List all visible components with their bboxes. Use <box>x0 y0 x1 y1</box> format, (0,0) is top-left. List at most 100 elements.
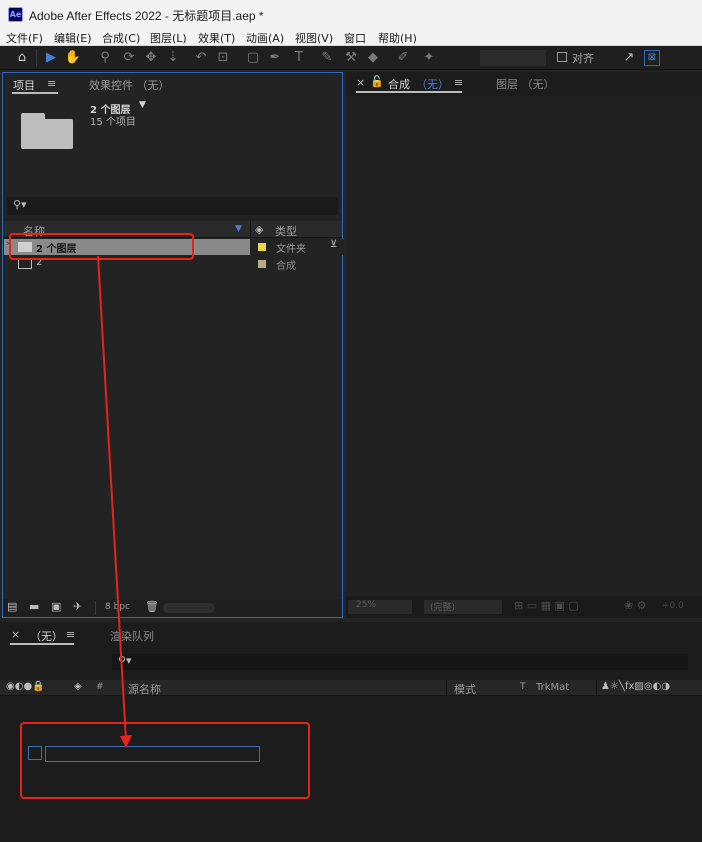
roto-icon[interactable]: ✐ <box>394 49 412 67</box>
tab-composition-underline <box>356 91 462 93</box>
search-icon: ⚲▾ <box>118 654 132 667</box>
menu-window[interactable]: 窗口 <box>344 30 366 46</box>
stamp-icon[interactable]: ⚒ <box>342 49 360 67</box>
label-color-swatch[interactable] <box>258 260 266 268</box>
timeline-search-input[interactable]: ⚲▾ <box>112 654 688 670</box>
composition-footer: 25% (完整) ⊞ ▭ ▦ ▣ ▢ ❀ ⚙ +0.0 <box>346 598 702 616</box>
sort-down-icon[interactable]: ▼ <box>235 224 242 234</box>
project-row-type: 文件夹 <box>276 244 306 255</box>
toolbar-divider <box>36 49 37 67</box>
lock-icon[interactable]: 🔓 <box>370 75 384 88</box>
after-effects-logo-icon: Ae <box>8 7 23 22</box>
column-divider <box>250 221 251 238</box>
expand-icon[interactable]: ⊠ <box>644 50 660 66</box>
label-tag-icon[interactable]: ◈ <box>74 681 82 692</box>
tab-effect-controls[interactable]: 效果控件 （无） <box>89 77 170 93</box>
new-folder-icon[interactable]: ▬ <box>29 600 39 613</box>
project-search-input[interactable]: ⚲▾ <box>7 197 338 215</box>
menu-edit[interactable]: 编辑(E) <box>54 30 92 46</box>
menu-layer[interactable]: 图层(L) <box>150 30 187 46</box>
annotation-highlight-target <box>20 722 310 799</box>
label-color-swatch[interactable] <box>258 243 266 251</box>
toolbar: ⌂ ▶ ✋ ⚲ ⟳ ✥ ⇣ ↶ ⊡ ▢ ✒ T ✎ ⚒ ◆ ✐ ✦ 对齐 ↗ ⊠ <box>0 46 702 70</box>
panel-menu-icon[interactable]: ≡ <box>454 76 463 89</box>
project-panel: 项目 ≡ 效果控件 （无） 2 个图层 ▼ 15 个项目 ⚲▾ 名称 ▼ ◈ 类… <box>2 72 343 618</box>
pen-icon[interactable]: ✒ <box>266 49 284 67</box>
tab-timeline-underline <box>10 643 74 645</box>
column-layer-number[interactable]: # <box>96 682 104 692</box>
panel-menu-icon[interactable]: ≡ <box>66 628 75 641</box>
snapshot-icon[interactable]: ⊞ ▭ ▦ ▣ ▢ <box>514 599 579 612</box>
text-icon[interactable]: T <box>290 49 308 67</box>
column-divider <box>446 680 447 696</box>
annotation-highlight-source <box>9 233 194 260</box>
flowchart-icon[interactable]: ⊻ <box>330 239 337 250</box>
interpret-footage-icon[interactable]: ▤ <box>7 600 17 613</box>
window-title: Adobe After Effects 2022 - 无标题项目.aep * <box>29 9 264 23</box>
av-switches-icon[interactable]: ◉◐●🔒 <box>6 681 45 692</box>
close-icon[interactable]: × <box>356 76 365 89</box>
home-icon[interactable]: ⌂ <box>13 49 31 67</box>
brush-icon[interactable]: ✎ <box>318 49 336 67</box>
tab-render-queue[interactable]: 渲染队列 <box>110 628 154 644</box>
tab-project-underline <box>12 92 58 94</box>
column-source-name[interactable]: 源名称 <box>128 681 161 697</box>
menu-file[interactable]: 文件(F) <box>6 30 43 46</box>
footer-divider <box>95 601 96 615</box>
search-icon: ⚲▾ <box>13 198 27 211</box>
column-mode[interactable]: 模式 <box>454 681 476 697</box>
label-tag-icon[interactable]: ◈ <box>255 223 263 236</box>
camera-icon[interactable]: ⊡ <box>214 49 232 67</box>
rotate-icon[interactable]: ↶ <box>192 49 210 67</box>
thumbnail-size-slider[interactable] <box>163 603 215 613</box>
orbit-icon[interactable]: ⟳ <box>120 49 138 67</box>
column-preserve-transparency[interactable]: T <box>520 682 526 692</box>
composition-panel: × 🔓 合成 （无） ≡ 图层 （无） 25% (完整) ⊞ ▭ ▦ ▣ ▢ ❀… <box>346 72 702 618</box>
tab-composition[interactable]: 合成 <box>388 76 410 92</box>
close-icon[interactable]: × <box>11 628 20 641</box>
menu-effect[interactable]: 效果(T) <box>198 30 235 46</box>
column-trkmat[interactable]: TrkMat <box>536 682 569 693</box>
hand-icon[interactable]: ✋ <box>64 49 82 67</box>
menu-composition[interactable]: 合成(C) <box>102 30 140 46</box>
menu-view[interactable]: 视图(V) <box>295 30 333 46</box>
chevron-down-icon[interactable]: ▼ <box>139 100 146 110</box>
zoom-icon[interactable]: ⚲ <box>96 49 114 67</box>
render-icon[interactable]: ✈ <box>73 600 82 613</box>
title-bar: Ae Adobe After Effects 2022 - 无标题项目.aep … <box>0 0 702 28</box>
layer-switches-icon[interactable]: ♟☼╲fx▨◎◐◑ <box>601 681 670 692</box>
menu-animation[interactable]: 动画(A) <box>246 30 284 46</box>
composition-viewer[interactable] <box>346 96 702 596</box>
magnification-dropdown[interactable]: 25% <box>348 600 412 614</box>
pan-icon[interactable]: ✥ <box>142 49 160 67</box>
trash-icon[interactable]: 🗑 <box>145 600 159 613</box>
dolly-icon[interactable]: ⇣ <box>164 49 182 67</box>
menu-bar: 文件(F) 编辑(E) 合成(C) 图层(L) 效果(T) 动画(A) 视图(V… <box>0 28 702 46</box>
project-footer: ▤ ▬ ▣ ✈ 8 bpc 🗑 <box>3 599 342 617</box>
panel-menu-icon[interactable]: ≡ <box>47 77 56 90</box>
tab-timeline-comp[interactable]: （无） <box>30 628 63 644</box>
composition-icon <box>18 259 32 269</box>
snap-checkbox[interactable] <box>557 52 567 62</box>
tab-project[interactable]: 项目 <box>13 77 35 93</box>
exposure-value[interactable]: +0.0 <box>662 601 684 611</box>
menu-help[interactable]: 帮助(H) <box>378 30 417 46</box>
project-row-type: 合成 <box>276 261 296 272</box>
resolution-dropdown[interactable]: (完整) <box>424 600 502 614</box>
snap-label: 对齐 <box>572 52 594 65</box>
mask-icon[interactable]: ▢ <box>244 49 262 67</box>
puppet-icon[interactable]: ✦ <box>420 49 438 67</box>
tab-composition-value: （无） <box>416 78 449 91</box>
column-type[interactable]: 类型 <box>275 223 297 239</box>
eraser-icon[interactable]: ◆ <box>364 49 382 67</box>
selection-icon[interactable]: ▶ <box>42 49 60 67</box>
color-icon[interactable]: ❀ ⚙ <box>624 599 647 612</box>
tab-layer[interactable]: 图层 （无） <box>496 76 555 92</box>
bit-depth-button[interactable]: 8 bpc <box>105 602 130 612</box>
folder-thumbnail-icon <box>21 119 73 149</box>
toolbar-disabled-group <box>480 50 546 66</box>
timeline-column-header: ◉◐●🔒 ◈ # 源名称 模式 T TrkMat ♟☼╲fx▨◎◐◑ <box>0 680 702 696</box>
project-row-meta: 文件夹 ⊻ <box>250 239 343 255</box>
new-composition-icon[interactable]: ▣ <box>51 600 61 613</box>
snap-options-icon[interactable]: ↗ <box>620 49 638 67</box>
